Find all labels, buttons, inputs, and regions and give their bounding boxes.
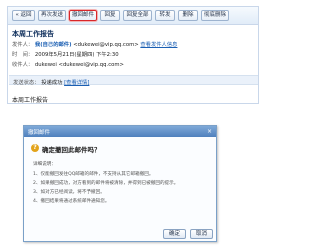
to-label: 收件人：	[12, 62, 34, 68]
view-status-details-link[interactable]: [查看详情]	[64, 80, 89, 86]
dialog-title: 撤回邮件	[28, 130, 51, 136]
question-icon: ?	[31, 144, 39, 152]
status-value: 投递成功	[41, 80, 63, 86]
from-row: 发件人： 我(自己的邮件) <dukewei@vip.qq.com> 查看发件人…	[12, 40, 177, 48]
reply-all-button[interactable]: 回复全部	[123, 10, 152, 21]
delivery-status-bar: 发送状态： 投递成功 [查看详情]	[9, 75, 258, 86]
forward-button[interactable]: 转发	[155, 10, 175, 21]
time-row: 时 间： 2009年5月21日(星期四) 下午2:30	[12, 50, 119, 58]
note-line: 2、如果撤回成功，对方看到的邮件将被清除，并得到已被撤回的提示。	[33, 181, 179, 186]
time-label: 时 间：	[12, 52, 34, 58]
to-row: 收件人： dukewei <dukewei@vip.qq.com>	[12, 60, 124, 68]
note-line: 3、如对方已经阅读，将不予撤回。	[33, 190, 105, 195]
to-email: <dukewei@vip.qq.com>	[58, 62, 124, 68]
recall-mail-dialog: 撤回邮件 × ? 确定撤回此邮件吗？ 详细说明： 1、仅能撤回发往QQ邮箱的邮件…	[23, 125, 217, 242]
mail-body: 本周工作报告	[12, 97, 49, 104]
resend-button[interactable]: 再次发送	[38, 10, 66, 21]
view-sender-link[interactable]: 查看发件人信息	[140, 42, 177, 48]
back-button[interactable]: « 返回	[12, 10, 35, 21]
dialog-question: 确定撤回此邮件吗？	[42, 146, 101, 154]
notes-title: 详细说明：	[33, 162, 56, 167]
delete-button[interactable]: 删除	[178, 10, 198, 21]
note-line: 1、仅能撤回发往QQ邮箱的邮件，不支持从其它邮箱撤回。	[33, 172, 154, 177]
mail-read-panel: « 返回 再次发送 撤回邮件 回复 回复全部 转发 删除 彻底删除 本周工作报告…	[7, 6, 259, 104]
note-line: 4、撤回结果将通过系统邮件通知您。	[33, 199, 110, 204]
dialog-title-bar: 撤回邮件 ×	[24, 126, 216, 137]
status-label: 发送状态：	[13, 80, 40, 86]
recall-mail-button[interactable]: 撤回邮件	[69, 10, 97, 21]
mail-toolbar: « 返回 再次发送 撤回邮件 回复 回复全部 转发 删除 彻底删除	[8, 7, 258, 25]
reply-button[interactable]: 回复	[100, 10, 120, 21]
from-email: <dukewei@vip.qq.com>	[73, 42, 139, 48]
from-label: 发件人：	[12, 42, 34, 48]
time-value: 2009年5月21日(星期四) 下午2:30	[34, 52, 119, 58]
status-row: 发送状态： 投递成功 [查看详情]	[13, 78, 89, 86]
confirm-button[interactable]: 确定	[163, 229, 186, 239]
mail-subject: 本周工作报告	[12, 30, 54, 38]
cancel-button[interactable]: 取消	[190, 229, 213, 239]
permanent-delete-button[interactable]: 彻底删除	[201, 10, 229, 21]
close-icon[interactable]: ×	[206, 128, 213, 135]
to-value[interactable]: dukewei	[35, 62, 57, 68]
from-name[interactable]: 我(自己的邮件)	[35, 42, 72, 48]
